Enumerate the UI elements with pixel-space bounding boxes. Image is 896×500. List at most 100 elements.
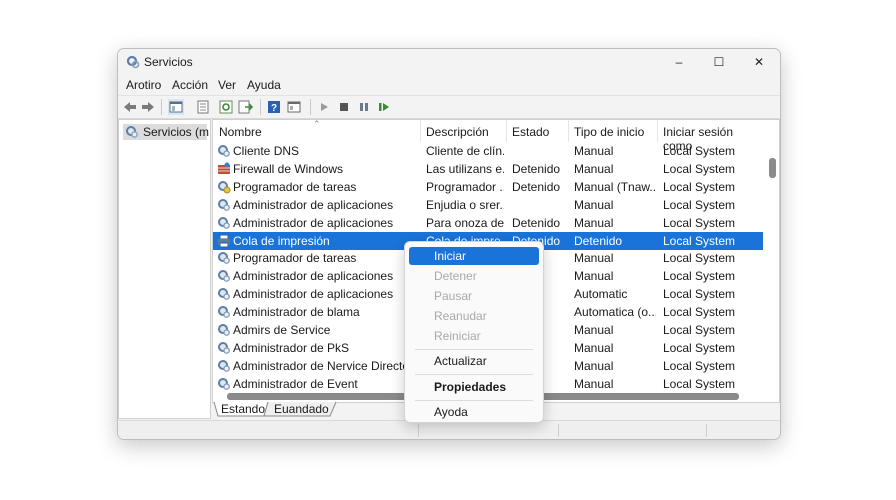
menu-item-label: Reanudar — [434, 309, 487, 323]
tab-extended[interactable]: Euandado — [268, 402, 335, 417]
stop-service-icon[interactable] — [336, 99, 352, 115]
table-row[interactable]: Programador de tareas Programador ... Dete… — [213, 178, 763, 196]
pause-service-icon[interactable] — [356, 99, 372, 115]
menu-ayuda[interactable]: Ayuda — [247, 78, 281, 92]
gear-icon — [218, 216, 230, 229]
service-logon-cell: Local System — [663, 340, 736, 355]
services-app-icon — [126, 55, 140, 69]
gear-icon — [218, 306, 230, 318]
menu-item-start[interactable]: Iniciar — [409, 247, 539, 265]
properties-list-icon[interactable] — [195, 99, 211, 115]
tree-item-label: Servicios (msc) — [143, 125, 209, 139]
service-status-cell: Detenido — [512, 215, 561, 230]
table-row[interactable]: Firewall de Windows Las utilizans e... Det… — [213, 160, 763, 178]
status-divider — [706, 424, 707, 437]
toolbar-separator — [310, 99, 311, 115]
service-startup-type-cell: Manual — [574, 358, 614, 373]
service-name-cell: Administrador de blama — [233, 305, 360, 320]
service-name-cell: Administrador de PkS — [233, 340, 350, 355]
service-logon-cell: Local System — [663, 251, 736, 266]
menu-separator — [415, 349, 533, 350]
service-description-cell: Enjudia o srer... — [426, 197, 504, 212]
service-name-cell: Administrador de aplicaciones — [233, 215, 394, 230]
service-name-cell: Administrador de Nervice Director... — [233, 358, 419, 373]
view-details-icon[interactable] — [286, 99, 302, 115]
vertical-scroll-thumb[interactable] — [769, 158, 776, 178]
service-startup-type-cell: Automatic — [574, 287, 628, 302]
menu-item-label: Detener — [434, 269, 477, 283]
restart-service-icon[interactable] — [376, 99, 392, 115]
console-tree-icon[interactable] — [168, 99, 184, 115]
list-header: ⌃ Nombre Descripción Estado Tipo de inic… — [213, 120, 763, 153]
forward-arrow-icon[interactable] — [140, 99, 156, 115]
service-name-cell: Firewall de Windows — [233, 161, 344, 176]
service-logon-cell: Local System — [663, 287, 736, 302]
context-menu: Iniciar Detener Pausar Reanudar Reinicia… — [404, 241, 544, 423]
menu-item-restart[interactable]: Reiniciar — [409, 327, 539, 345]
column-divider[interactable] — [420, 120, 421, 142]
scheduler-icon — [218, 180, 231, 194]
service-name-cell: Programador de tareas — [233, 179, 357, 194]
window-title: Servicios — [144, 55, 193, 69]
menu-ver[interactable]: Ver — [218, 78, 236, 92]
menu-item-pause[interactable]: Pausar — [409, 287, 539, 305]
service-status-cell: Detenido — [512, 161, 561, 176]
service-description-cell: Las utilizans e... — [426, 161, 504, 176]
gear-icon — [218, 324, 230, 336]
maximize-button[interactable]: ☐ — [699, 49, 739, 75]
table-row[interactable]: Cliente DNS Cliente de clín... Manual Local… — [213, 142, 763, 160]
close-button[interactable]: ✕ — [739, 49, 779, 75]
menu-item-help[interactable]: Ayoda — [409, 403, 539, 421]
service-logon-cell: Local System — [663, 161, 736, 176]
toolbar-separator — [161, 99, 162, 115]
service-startup-type-cell: Manual — [574, 323, 614, 337]
service-logon-cell: Local System — [663, 197, 736, 212]
service-logon-cell: Local System — [663, 358, 736, 373]
help-icon[interactable]: ? — [266, 99, 282, 115]
export-icon[interactable] — [237, 99, 253, 115]
menu-item-label: Iniciar — [434, 249, 467, 263]
gear-icon — [218, 288, 230, 301]
service-name-cell: Cola de impresión — [233, 233, 330, 248]
menu-item-properties[interactable]: Propiedades — [409, 378, 539, 396]
table-row[interactable]: Administrador de aplicaciones Para onoza … — [213, 214, 763, 232]
title-bar[interactable]: Servicios – ☐ ✕ — [118, 49, 780, 75]
tab-standard[interactable]: Estando — [215, 402, 271, 417]
menu-item-stop[interactable]: Detener — [409, 267, 539, 285]
service-name-cell: Admirs de Service — [233, 323, 331, 337]
tree-item-services[interactable]: Servicios (msc) — [123, 124, 209, 140]
column-header-description[interactable]: Descripción — [426, 125, 489, 139]
table-row[interactable]: Administrador de aplicaciones Enjudia o s… — [213, 196, 763, 214]
service-logon-cell: Local System — [663, 144, 736, 158]
service-name-cell: Administrador de Event — [233, 376, 358, 391]
vertical-scrollbar[interactable] — [765, 120, 779, 388]
minimize-button[interactable]: – — [659, 49, 699, 75]
service-logon-cell: Local System — [663, 376, 736, 391]
start-service-icon[interactable] — [316, 99, 332, 115]
service-startup-type-cell: Manual — [574, 144, 614, 158]
column-header-status[interactable]: Estado — [512, 125, 549, 139]
back-arrow-icon[interactable] — [122, 99, 138, 115]
menu-item-resume[interactable]: Reanudar — [409, 307, 539, 325]
service-logon-cell: Local System — [663, 233, 736, 248]
menu-archivo[interactable]: Arotiro — [126, 78, 161, 92]
column-divider[interactable] — [657, 120, 658, 142]
service-startup-type-cell: Detenido — [574, 233, 623, 248]
service-description-cell: Programador ... — [426, 179, 504, 194]
service-name-cell: Administrador de aplicaciones — [233, 197, 394, 212]
column-header-name[interactable]: Nombre — [219, 125, 262, 139]
service-description-cell: Para onoza de... — [426, 215, 504, 230]
service-description-cell: Cliente de clín... — [426, 144, 504, 158]
menu-item-refresh[interactable]: Actualizar — [409, 352, 539, 370]
menu-accion[interactable]: Acción — [172, 78, 208, 92]
firewall-icon — [218, 162, 230, 174]
service-status-cell: Detenido — [512, 179, 561, 194]
column-divider[interactable] — [506, 120, 507, 142]
service-name-cell: Cliente DNS — [233, 144, 300, 158]
refresh-icon[interactable] — [218, 99, 234, 115]
menu-item-label: Actualizar — [434, 354, 487, 368]
gear-icon — [218, 341, 230, 354]
column-header-startup-type[interactable]: Tipo de inicio — [574, 125, 644, 139]
column-divider[interactable] — [568, 120, 569, 142]
menu-separator — [415, 400, 533, 401]
